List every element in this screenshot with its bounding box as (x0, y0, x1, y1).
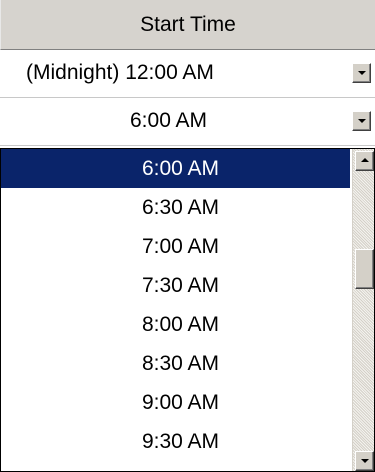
time-dropdown-list[interactable]: 6:00 AM 6:30 AM 7:00 AM 7:30 AM 8:00 AM 8:30 … (0, 148, 375, 472)
select-value: 6:00 AM (130, 109, 208, 132)
scroll-down-button[interactable] (355, 451, 374, 471)
dropdown-button[interactable] (352, 111, 371, 131)
scrollbar[interactable] (352, 149, 374, 471)
start-time-select-midnight[interactable]: (Midnight) 12:00 AM (0, 50, 375, 98)
chevron-down-icon (361, 459, 369, 463)
dropdown-option[interactable]: 9:30 AM (1, 422, 350, 461)
chevron-up-icon (361, 158, 369, 162)
column-header-start-time: Start Time (0, 0, 375, 50)
dropdown-option[interactable]: 9:00 AM (1, 383, 350, 422)
dropdown-option[interactable]: 8:00 AM (1, 305, 350, 344)
scroll-up-button[interactable] (355, 151, 374, 171)
dropdown-option[interactable]: 7:30 AM (1, 266, 350, 305)
column-header-label: Start Time (140, 12, 236, 36)
dropdown-option[interactable]: 6:00 AM (1, 149, 350, 188)
dropdown-option[interactable]: 6:30 AM (1, 188, 350, 227)
dropdown-option[interactable]: 8:30 AM (1, 344, 350, 383)
dropdown-options: 6:00 AM 6:30 AM 7:00 AM 7:30 AM 8:00 AM 8:30 … (1, 149, 350, 461)
chevron-down-icon (358, 71, 366, 75)
chevron-down-icon (358, 119, 366, 123)
start-time-select-active[interactable]: 6:00 AM (0, 98, 375, 146)
select-value: (Midnight) 12:00 AM (26, 61, 214, 84)
dropdown-button[interactable] (352, 63, 371, 83)
dropdown-option[interactable]: 7:00 AM (1, 227, 350, 266)
scrollbar-thumb[interactable] (355, 249, 374, 289)
